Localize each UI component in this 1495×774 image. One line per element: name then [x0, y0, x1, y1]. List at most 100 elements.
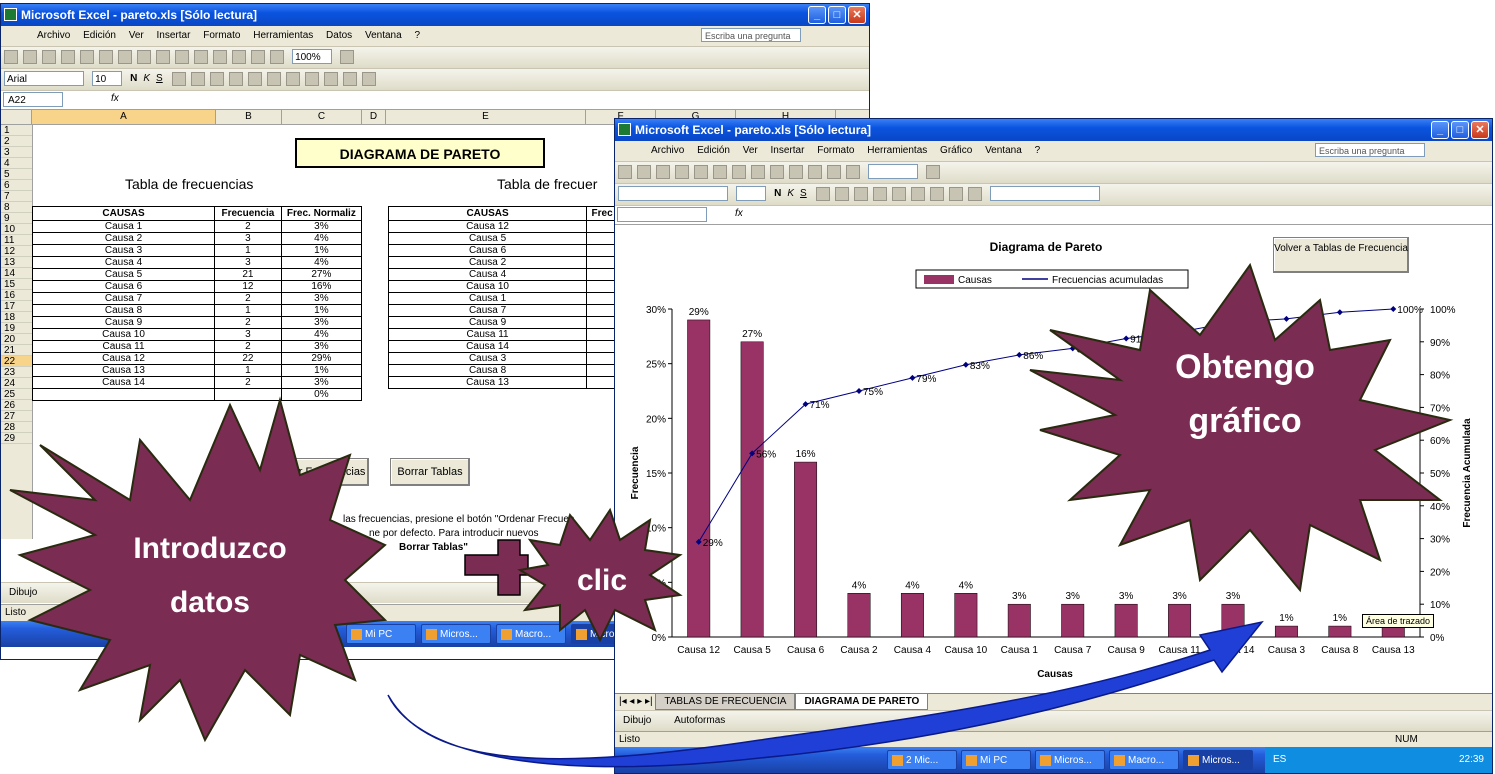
- zoom-combo[interactable]: [868, 164, 919, 179]
- frequency-cell[interactable]: 12: [214, 280, 282, 293]
- borders-icon[interactable]: [929, 187, 944, 201]
- bold-icon[interactable]: N: [130, 73, 137, 84]
- col-header-d[interactable]: D: [362, 110, 386, 124]
- cause-cell[interactable]: Causa 6: [31, 280, 216, 293]
- chart-wizard-icon[interactable]: [846, 165, 860, 179]
- align-center-icon[interactable]: [834, 187, 849, 201]
- sum-icon[interactable]: [213, 50, 227, 64]
- menu-formato[interactable]: Formato: [817, 145, 854, 156]
- new-icon[interactable]: [618, 165, 632, 179]
- tab-nav-icon[interactable]: |◂ ◂ ▸ ▸|: [619, 696, 653, 707]
- redo-icon[interactable]: [808, 165, 822, 179]
- row-header[interactable]: 2: [1, 136, 32, 147]
- chart-wizard-icon[interactable]: [270, 50, 284, 64]
- draw-menu[interactable]: Dibujo: [623, 715, 651, 726]
- row-header[interactable]: 16: [1, 290, 32, 301]
- undo-icon[interactable]: [789, 165, 803, 179]
- autoshapes-menu[interactable]: Autoformas: [674, 715, 725, 726]
- euro-icon[interactable]: [910, 187, 925, 201]
- row-header[interactable]: 29: [1, 433, 32, 444]
- frequency-cell[interactable]: 2: [214, 220, 282, 233]
- ask-question-input[interactable]: Escriba una pregunta: [701, 28, 801, 42]
- draw-menu[interactable]: Dibujo: [9, 587, 37, 598]
- menu-formato[interactable]: Formato: [203, 30, 240, 41]
- font-size-combo[interactable]: [736, 186, 767, 201]
- maximize-button[interactable]: □: [1451, 121, 1469, 139]
- taskbar-excel-active[interactable]: Micros...: [1183, 750, 1253, 770]
- bold-icon[interactable]: N: [774, 188, 781, 199]
- new-icon[interactable]: [4, 50, 18, 64]
- corner-cell[interactable]: [1, 110, 32, 124]
- help-icon[interactable]: [340, 50, 355, 64]
- row-header[interactable]: 22: [1, 356, 32, 367]
- row-header[interactable]: 28: [1, 422, 32, 433]
- merge-icon[interactable]: [872, 187, 887, 201]
- normalized-cell[interactable]: 1%: [280, 244, 363, 257]
- sorted-cause-cell[interactable]: Causa 5: [387, 232, 588, 245]
- row-header[interactable]: 17: [1, 301, 32, 312]
- sorted-cause-cell[interactable]: Causa 2: [387, 256, 588, 269]
- row-header[interactable]: 13: [1, 257, 32, 268]
- menu-ver[interactable]: Ver: [129, 30, 144, 41]
- menu-herramientas[interactable]: Herramientas: [867, 145, 927, 156]
- cause-cell[interactable]: Causa 3: [31, 244, 216, 257]
- frequency-cell[interactable]: 21: [214, 268, 282, 281]
- sorted-freq-cell[interactable]: [586, 376, 618, 389]
- sorted-cause-cell[interactable]: Causa 14: [387, 340, 588, 353]
- normalized-cell[interactable]: 0%: [280, 388, 363, 401]
- euro-icon[interactable]: [304, 72, 319, 86]
- cause-cell[interactable]: Causa 12: [31, 352, 216, 365]
- sorted-freq-cell[interactable]: [586, 256, 618, 269]
- close-button[interactable]: ✕: [848, 6, 866, 24]
- line-style-combo[interactable]: [989, 186, 1100, 201]
- row-header[interactable]: 5: [1, 169, 32, 180]
- align-right-icon[interactable]: [853, 187, 868, 201]
- cause-cell[interactable]: Causa 1: [31, 220, 216, 233]
- paste-icon[interactable]: [770, 165, 784, 179]
- spell-icon[interactable]: [713, 165, 727, 179]
- frequency-cell[interactable]: [214, 388, 282, 401]
- frequency-cell[interactable]: 3: [214, 328, 282, 341]
- taskbar-micros[interactable]: Micros...: [421, 624, 491, 644]
- sum-icon[interactable]: [827, 165, 841, 179]
- clear-tables-button[interactable]: Borrar Tablas: [390, 458, 470, 486]
- sorted-cause-cell[interactable]: Causa 9: [387, 316, 588, 329]
- sorted-cause-cell[interactable]: Causa 13: [387, 376, 588, 389]
- menu-insertar[interactable]: Insertar: [771, 145, 805, 156]
- menu-help[interactable]: ?: [414, 30, 420, 41]
- sorted-cause-cell[interactable]: Causa 3: [387, 352, 588, 365]
- cause-cell[interactable]: Causa 14: [31, 376, 216, 389]
- col-header-c[interactable]: C: [282, 110, 362, 124]
- menu-ventana[interactable]: Ventana: [365, 30, 402, 41]
- normalized-cell[interactable]: 4%: [280, 256, 363, 269]
- copy-icon[interactable]: [751, 165, 765, 179]
- row-header[interactable]: 19: [1, 323, 32, 334]
- normalized-cell[interactable]: 3%: [280, 220, 363, 233]
- sorted-freq-cell[interactable]: [586, 352, 618, 365]
- cause-cell[interactable]: Causa 13: [31, 364, 216, 377]
- frequency-cell[interactable]: 22: [214, 352, 282, 365]
- font-size-combo[interactable]: 10: [92, 71, 123, 86]
- sorted-cause-cell[interactable]: Causa 11: [387, 328, 588, 341]
- normalized-cell[interactable]: 1%: [280, 304, 363, 317]
- menu-help[interactable]: ?: [1035, 145, 1041, 156]
- open-icon[interactable]: [23, 50, 37, 64]
- taskbar-macro[interactable]: Macro...: [496, 624, 566, 644]
- taskbar-word[interactable]: 2 Mic...: [887, 750, 957, 770]
- taskbar-mi-pc[interactable]: Mi PC: [961, 750, 1031, 770]
- row-header[interactable]: 6: [1, 180, 32, 191]
- normalized-cell[interactable]: 3%: [280, 316, 363, 329]
- taskbar-micros[interactable]: Micros...: [1035, 750, 1105, 770]
- menu-edicion[interactable]: Edición: [83, 30, 116, 41]
- col-header-e[interactable]: E: [386, 110, 586, 124]
- row-header[interactable]: 7: [1, 191, 32, 202]
- normalized-cell[interactable]: 3%: [280, 292, 363, 305]
- font-color-icon[interactable]: [361, 72, 376, 86]
- thousands-icon[interactable]: [285, 72, 300, 86]
- minimize-button[interactable]: _: [1431, 121, 1449, 139]
- cause-cell[interactable]: [31, 388, 216, 401]
- spell-icon[interactable]: [99, 50, 113, 64]
- sorted-cause-cell[interactable]: Causa 4: [387, 268, 588, 281]
- sorted-cause-cell[interactable]: Causa 12: [387, 220, 588, 233]
- row-header[interactable]: 18: [1, 312, 32, 323]
